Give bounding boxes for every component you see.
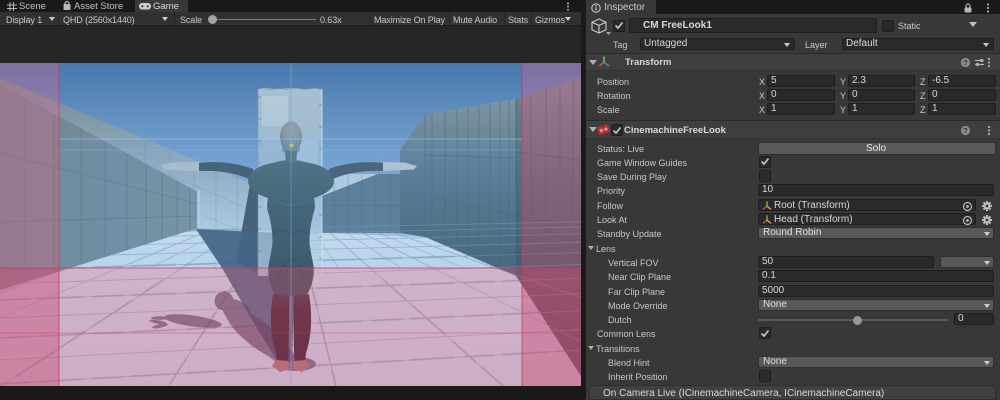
svg-text:?: ? xyxy=(963,58,968,67)
svg-text:?: ? xyxy=(963,126,968,135)
